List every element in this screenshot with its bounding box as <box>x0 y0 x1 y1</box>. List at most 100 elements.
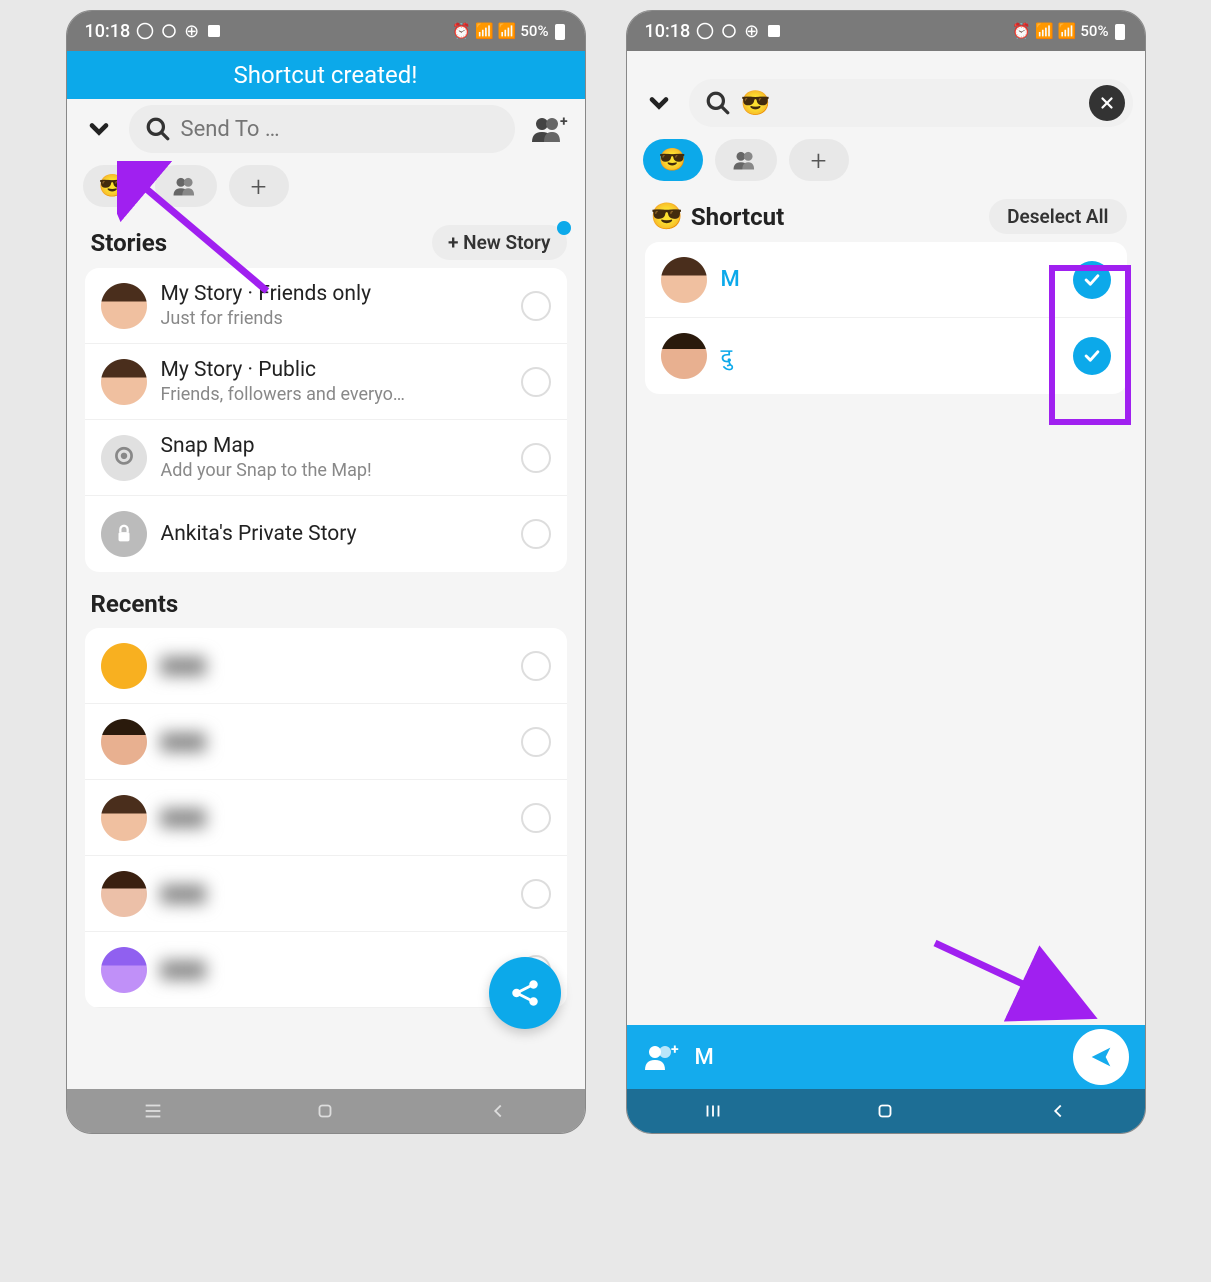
check-icon <box>1082 346 1102 366</box>
map-pin-icon <box>101 435 147 481</box>
battery-icon <box>1113 22 1127 40</box>
checkbox-checked[interactable] <box>1073 337 1111 375</box>
send-recipients-label: M <box>695 1045 714 1070</box>
battery-percent: 50% <box>520 22 548 40</box>
gallery-icon <box>765 22 783 40</box>
lock-icon <box>101 511 147 557</box>
collapse-button[interactable] <box>639 83 679 123</box>
svg-text:+: + <box>560 114 568 130</box>
avatar <box>101 283 147 329</box>
signal-icon: 📶 <box>1058 22 1077 40</box>
radio-unchecked[interactable] <box>521 519 551 549</box>
shortcut-created-banner: Shortcut created! <box>67 51 585 99</box>
contact-item[interactable]: दु <box>645 318 1127 394</box>
add-shortcut-chip[interactable]: + <box>789 139 849 181</box>
radio-unchecked[interactable] <box>521 443 551 473</box>
search-input[interactable] <box>181 117 499 142</box>
alarm-icon: ⏰ <box>452 22 471 40</box>
recent-item[interactable]: ████ <box>85 780 567 856</box>
add-shortcut-chip[interactable]: + <box>229 165 289 207</box>
shortcut-emoji: 😎 <box>651 202 683 232</box>
recent-item[interactable]: ████ <box>85 856 567 932</box>
right-screenshot: 10:18 ⊕ ⏰ 📶 📶 50% 😎 😎 <box>626 10 1146 1134</box>
send-bar: + M <box>627 1025 1145 1089</box>
collapse-button[interactable] <box>79 109 119 149</box>
whatsapp-icon <box>136 22 154 40</box>
back-nav-icon[interactable] <box>1047 1100 1069 1122</box>
clear-search-button[interactable] <box>1089 85 1125 121</box>
recent-item[interactable]: ████ <box>85 704 567 780</box>
radio-unchecked[interactable] <box>521 651 551 681</box>
radio-unchecked[interactable] <box>521 879 551 909</box>
avatar <box>101 947 147 993</box>
shortcut-emoji-chip[interactable]: 😎 <box>83 165 143 207</box>
whatsapp-icon <box>696 22 714 40</box>
android-nav-bar <box>627 1089 1145 1133</box>
story-title: Ankita's Private Story <box>161 522 507 546</box>
radio-unchecked[interactable] <box>521 803 551 833</box>
new-story-button[interactable]: + New Story <box>432 225 567 260</box>
avatar <box>661 257 707 303</box>
avatar <box>101 871 147 917</box>
check-icon <box>1082 270 1102 290</box>
send-icon <box>1087 1043 1115 1071</box>
story-subtitle: Add your Snap to the Map! <box>161 460 507 481</box>
recent-item[interactable]: ████ <box>85 628 567 704</box>
status-bar: 10:18 ⊕ ⏰ 📶 📶 50% <box>627 11 1145 51</box>
alarm-icon: ⏰ <box>1012 22 1031 40</box>
add-group-button[interactable]: + <box>525 108 573 150</box>
search-value-emoji: 😎 <box>741 89 771 117</box>
groups-chip[interactable] <box>715 139 777 181</box>
contact-item[interactable]: M <box>645 242 1127 318</box>
group-plus-icon: + <box>530 114 568 144</box>
notification-dot <box>557 221 571 235</box>
recents-nav-icon[interactable] <box>702 1100 724 1122</box>
groups-icon <box>731 149 761 171</box>
gallery-icon <box>205 22 223 40</box>
deselect-all-button[interactable]: Deselect All <box>989 199 1126 234</box>
shortcut-contacts-list: M दु <box>645 242 1127 394</box>
search-icon <box>145 116 171 142</box>
story-item-private[interactable]: Ankita's Private Story <box>85 496 567 572</box>
stories-heading: Stories <box>91 229 168 257</box>
share-fab[interactable] <box>489 957 561 1029</box>
avatar <box>101 643 147 689</box>
chevron-down-icon <box>85 115 113 143</box>
shortcut-emoji-chip-active[interactable]: 😎 <box>643 139 703 181</box>
contact-name: M <box>721 267 740 292</box>
radio-unchecked[interactable] <box>521 727 551 757</box>
svg-text:+: + <box>671 1042 679 1058</box>
groups-icon <box>171 175 201 197</box>
avatar <box>101 719 147 765</box>
avatar <box>101 795 147 841</box>
send-button[interactable] <box>1073 1029 1129 1085</box>
group-plus-icon[interactable]: + <box>643 1042 681 1072</box>
story-subtitle: Friends, followers and everyo… <box>161 384 507 405</box>
checkbox-checked[interactable] <box>1073 261 1111 299</box>
story-item-friends[interactable]: My Story · Friends only Just for friends <box>85 268 567 344</box>
avatar <box>661 333 707 379</box>
back-nav-icon[interactable] <box>487 1100 509 1122</box>
groups-chip[interactable] <box>155 165 217 207</box>
story-title: My Story · Friends only <box>161 282 507 306</box>
story-item-snapmap[interactable]: Snap Map Add your Snap to the Map! <box>85 420 567 496</box>
wifi-icon: 📶 <box>1035 22 1054 40</box>
search-box[interactable] <box>129 105 515 153</box>
radio-unchecked[interactable] <box>521 291 551 321</box>
story-item-public[interactable]: My Story · Public Friends, followers and… <box>85 344 567 420</box>
search-icon <box>705 90 731 116</box>
usb-icon: ⊕ <box>184 21 199 42</box>
battery-icon <box>553 22 567 40</box>
home-nav-icon[interactable] <box>314 1100 336 1122</box>
recents-heading: Recents <box>67 586 585 628</box>
home-nav-icon[interactable] <box>874 1100 896 1122</box>
status-time: 10:18 <box>85 21 131 42</box>
stories-list: My Story · Friends only Just for friends… <box>85 268 567 572</box>
contact-name: दु <box>721 345 733 370</box>
share-icon <box>508 976 542 1010</box>
usb-icon: ⊕ <box>744 21 759 42</box>
signal-icon: 📶 <box>498 22 517 40</box>
search-box[interactable]: 😎 <box>689 79 1133 127</box>
recents-nav-icon[interactable] <box>142 1100 164 1122</box>
radio-unchecked[interactable] <box>521 367 551 397</box>
